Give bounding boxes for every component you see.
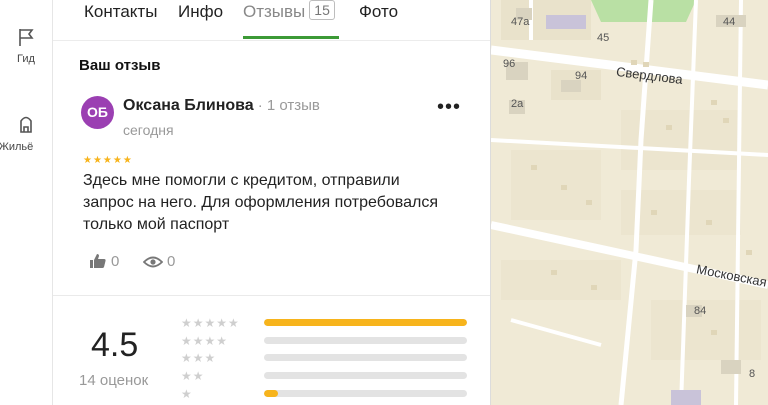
rail-item-housing[interactable]: Жильё — [0, 112, 52, 153]
tab-reviews[interactable]: Отзывы 15 — [243, 0, 335, 24]
active-tab-indicator — [243, 36, 339, 39]
place-panel: Контакты Инфо Отзывы 15 Фото Ваш отзыв ОБ… — [53, 0, 491, 405]
breakdown-stars: ★ — [181, 387, 193, 401]
breakdown-stars: ★★★★★ — [181, 316, 240, 330]
breakdown-bar — [264, 354, 467, 361]
rail-item-label: Гид — [17, 53, 35, 65]
house-number: 8 — [749, 368, 756, 380]
flag-icon — [19, 29, 34, 46]
house-number: 96 — [503, 58, 516, 70]
breakdown-stars: ★★ — [181, 369, 205, 383]
house-number: 47а — [511, 16, 530, 28]
tab-contacts[interactable]: Контакты — [84, 0, 157, 24]
rail-item-label: Жильё — [0, 141, 34, 153]
breakdown-stars: ★★★ — [181, 351, 217, 365]
tab-reviews-count: 15 — [309, 0, 335, 20]
house-number: 45 — [597, 32, 610, 44]
breakdown-bar-fill — [264, 390, 279, 397]
map-roads — [491, 0, 768, 405]
left-rail: Гид Жильё — [0, 0, 53, 405]
house-number: 94 — [575, 70, 588, 82]
divider — [53, 295, 490, 296]
breakdown-bar — [264, 390, 467, 397]
breakdown-bar-fill — [264, 319, 467, 326]
review-date: сегодня — [123, 122, 174, 138]
house-number: 2а — [511, 98, 524, 110]
view-count: 0 — [167, 253, 176, 270]
more-options-button[interactable]: ••• — [437, 97, 460, 117]
section-title: Ваш отзыв — [79, 57, 161, 74]
review-text: Здесь мне помогли с кредитом, отправили … — [83, 172, 439, 233]
map-view[interactable]: 47а 45 44 96 94 2а 84 8 Свердлова Москов… — [491, 0, 768, 405]
rail-item-guide[interactable]: Гид — [0, 26, 52, 65]
building-icon — [20, 116, 32, 133]
views-indicator: 0 — [142, 253, 176, 270]
tab-info[interactable]: Инфо — [178, 0, 223, 24]
house-number: 44 — [723, 16, 736, 28]
tab-photos[interactable]: Фото — [359, 0, 398, 24]
author-name: Оксана Блинова — [123, 97, 254, 114]
review-stars: ★★★★★ — [83, 155, 133, 166]
avatar[interactable]: ОБ — [81, 96, 114, 129]
eye-icon — [142, 256, 164, 268]
thumbs-up-icon — [90, 254, 106, 268]
tab-reviews-label: Отзывы — [243, 2, 306, 21]
breakdown-bar — [264, 337, 467, 344]
house-number: 84 — [694, 305, 707, 317]
breakdown-bar — [264, 319, 467, 326]
tab-bar: Контакты Инфо Отзывы 15 Фото — [53, 0, 490, 41]
breakdown-stars: ★★★★ — [181, 334, 229, 348]
author-review-count: · 1 отзыв — [257, 97, 320, 114]
like-button[interactable]: 0 — [89, 253, 119, 270]
rating-count: 14 оценок — [79, 372, 149, 389]
review-author[interactable]: Оксана Блинова · 1 отзыв — [123, 97, 320, 115]
like-count: 0 — [111, 253, 120, 270]
rating-value: 4.5 — [91, 326, 139, 364]
breakdown-bar — [264, 372, 467, 379]
